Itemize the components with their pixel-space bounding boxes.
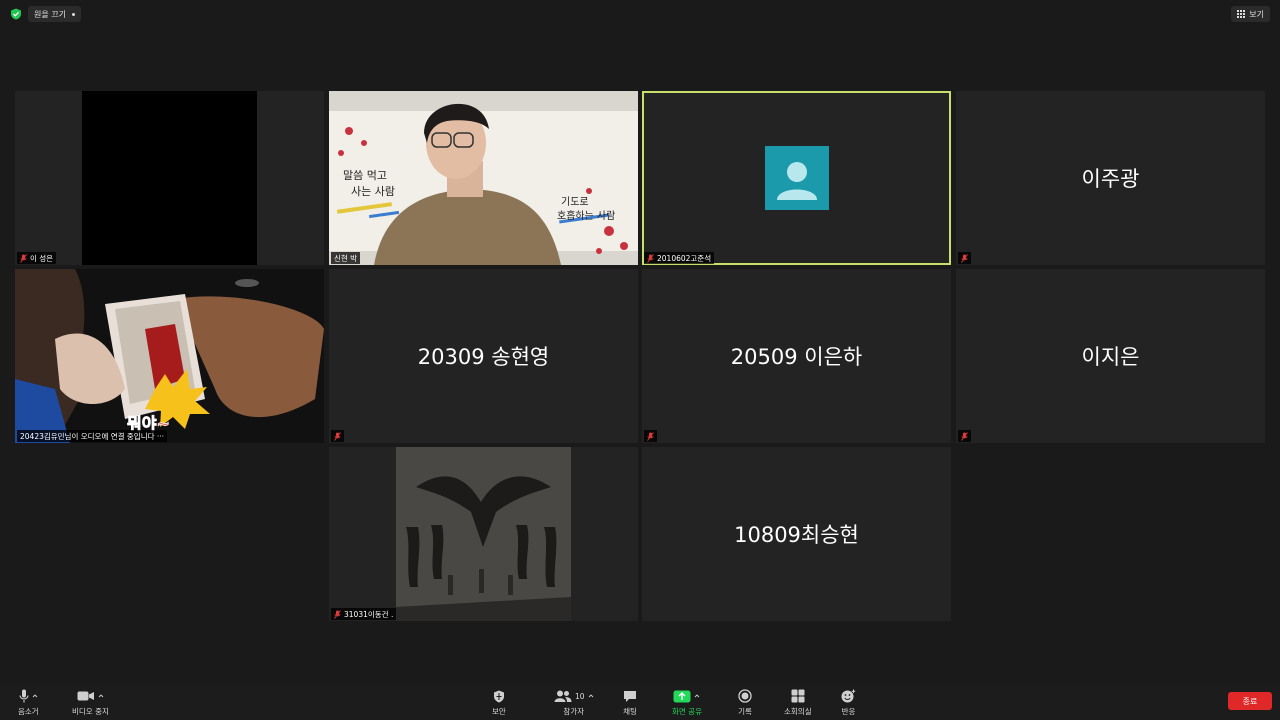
reactions-label: 반응 [841, 707, 856, 716]
avatar-icon [765, 146, 829, 210]
shield-icon [493, 690, 504, 702]
mic-muted-icon [961, 431, 968, 441]
view-button[interactable]: 보기 [1231, 6, 1270, 22]
mic-muted-icon [334, 431, 341, 441]
stop-video-button[interactable]: 비디오 중지 [72, 688, 109, 717]
mic-muted-icon [647, 253, 654, 263]
participant-label: 2010602고준석 [644, 252, 715, 264]
participant-display-name: 이주광 [1081, 167, 1140, 191]
banner-text: 말씀 먹고 [343, 169, 387, 182]
share-screen-button[interactable]: 화면 공유 [672, 688, 702, 717]
participant-label: 31031이동건 . [331, 608, 397, 620]
mic-muted-icon [961, 253, 968, 263]
mic-muted-icon [20, 253, 27, 263]
chat-label: 채팅 [623, 707, 637, 716]
participant-display-name: 20509 이은하 [730, 345, 863, 369]
mute-button[interactable]: 음소거 [18, 688, 39, 717]
chevron-up-icon[interactable] [32, 693, 38, 699]
video-feed: 뭐야~ [15, 269, 324, 443]
mic-muted-icon [647, 431, 654, 441]
participant-display-name: 이지은 [1081, 345, 1140, 369]
record-button[interactable]: 기록 [738, 688, 752, 717]
participant-tile[interactable]: 20509 이은하 [642, 269, 951, 443]
participant-tile[interactable]: 10809최승현 [642, 447, 951, 621]
participant-name: 이 성은 [30, 253, 54, 263]
security-label: 보안 [492, 707, 506, 716]
breakout-rooms-icon [791, 689, 805, 703]
chevron-up-icon[interactable] [98, 693, 104, 699]
participant-label [644, 430, 657, 442]
record-icon [738, 689, 752, 703]
mute-label: 음소거 [18, 707, 39, 716]
participant-tile[interactable]: 이지은 [956, 269, 1265, 443]
participant-label: 이 성은 [17, 252, 57, 264]
room-pill[interactable]: 원을 끄기 [28, 6, 81, 22]
participant-tile[interactable]: 20309 송현영 [329, 269, 638, 443]
chevron-up-icon[interactable] [588, 693, 594, 699]
chat-button[interactable]: 채팅 [623, 688, 637, 717]
participant-label [331, 430, 344, 442]
participant-name: 2010602고준석 [657, 253, 712, 263]
microphone-icon [19, 689, 29, 703]
end-meeting-button[interactable]: 종료 [1228, 692, 1272, 710]
grid-icon [1237, 10, 1246, 18]
video-camera-icon [77, 691, 94, 701]
stop-video-label: 비디오 중지 [72, 707, 109, 716]
participant-label: 신현 박 [331, 252, 361, 264]
reactions-button[interactable]: 반응 [841, 688, 856, 717]
share-screen-icon [673, 690, 691, 702]
participant-display-name: 10809최승현 [734, 523, 859, 547]
participant-tile-active-speaker[interactable]: 2010602고준석 [642, 91, 951, 265]
more-dot-icon [71, 12, 75, 16]
participant-tile[interactable]: 이 성은 [15, 91, 324, 265]
mic-muted-icon [334, 609, 341, 619]
meeting-info: 원을 끄기 [10, 6, 81, 22]
participant-name: 31031이동건 . [344, 609, 394, 619]
chevron-up-icon[interactable] [694, 693, 700, 699]
participant-tile[interactable]: 뭐야~ 20423김유민님이 오디오에 연결 중입니다 ··· [15, 269, 324, 443]
participant-display-name: 20309 송현영 [417, 345, 550, 369]
participants-icon [554, 690, 572, 702]
banner-text: 기도로 [561, 196, 589, 208]
profile-picture [396, 447, 571, 621]
video-feed: 말씀 먹고 사는 사람 기도로 호흡하는 사람 [329, 91, 638, 265]
participants-label: 참가자 [563, 707, 585, 716]
zoom-meeting-window: 원을 끄기 보기 이 성은 말씀 먹고 사는 사람 기도로 호흡하는 사람 신현… [0, 0, 1280, 720]
chat-bubble-icon [624, 690, 636, 702]
view-label: 보기 [1249, 9, 1264, 19]
participants-button[interactable]: 10 참가자 [554, 688, 594, 717]
smiley-plus-icon [841, 689, 856, 703]
shield-check-icon[interactable] [10, 8, 22, 20]
participant-tile[interactable]: 31031이동건 . [329, 447, 638, 621]
record-label: 기록 [738, 707, 752, 716]
participant-tile[interactable]: 말씀 먹고 사는 사람 기도로 호흡하는 사람 신현 박 [329, 91, 638, 265]
share-screen-label: 화면 공유 [672, 707, 702, 716]
participant-label [958, 252, 971, 264]
participants-count: 10 [575, 691, 585, 701]
breakout-rooms-label: 소회의실 [784, 707, 812, 716]
banner-text: 사는 사람 [351, 185, 395, 198]
participant-name: 20423김유민님이 오디오에 연결 중입니다 ··· [20, 431, 165, 441]
participant-tile[interactable]: 이주광 [956, 91, 1265, 265]
banner-text: 호흡하는 사람 [557, 209, 615, 222]
video-feed [82, 91, 257, 265]
security-button[interactable]: 보안 [492, 688, 506, 717]
room-label: 원을 끄기 [34, 9, 66, 19]
participant-label [958, 430, 971, 442]
participant-name: 신현 박 [334, 253, 358, 263]
breakout-rooms-button[interactable]: 소회의실 [784, 688, 812, 717]
participant-label: 20423김유민님이 오디오에 연결 중입니다 ··· [17, 430, 168, 442]
meeting-toolbar: 음소거 비디오 중지 보안 10 참가자 채팅 화면 공유 기록 소회의실 반응… [0, 684, 1280, 720]
